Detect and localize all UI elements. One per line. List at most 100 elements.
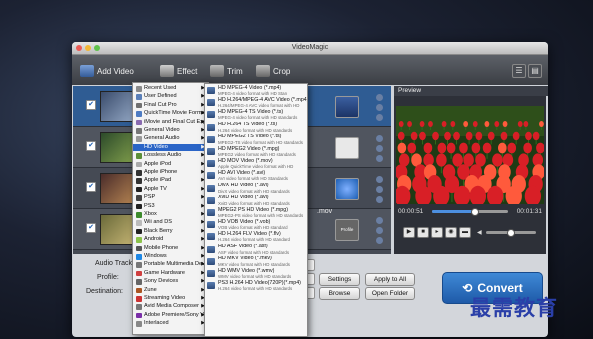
category-item[interactable]: General Video▶	[133, 127, 208, 135]
format-description: H.264/MPEG-4 AVC video format with HD	[218, 103, 300, 109]
file-checkbox[interactable]: ✔	[86, 182, 96, 192]
info-icon[interactable]	[376, 186, 383, 193]
format-item[interactable]: HD H.264 FLV Video (*.flv) H.264 video fo…	[205, 231, 307, 243]
format-item[interactable]: HD MKV Video (*.mkv) MKV video format wit…	[205, 256, 307, 268]
snapshot-button[interactable]: ◉	[445, 227, 457, 238]
grid-view-icon[interactable]: ▤	[528, 64, 542, 78]
category-item[interactable]: Sony Devices▶	[133, 278, 208, 286]
seek-bar[interactable]	[432, 208, 508, 216]
open-folder-button[interactable]: Open Folder	[365, 287, 415, 300]
format-item[interactable]: HD VOB Video (*.vob) VOB video format wit…	[205, 219, 307, 231]
category-item[interactable]: General Audio▶	[133, 135, 208, 143]
browse-button[interactable]: Browse	[319, 287, 360, 300]
seek-handle[interactable]	[470, 208, 479, 216]
category-label: Xbox	[144, 211, 157, 217]
remove-icon[interactable]	[376, 114, 383, 121]
edit-icon[interactable]	[376, 176, 383, 183]
category-item[interactable]: PSP▶	[133, 194, 208, 202]
edit-icon[interactable]	[376, 94, 383, 101]
format-item[interactable]: HD MPEG-4 TS Video (*.ts) MPEG-4 video fo…	[205, 109, 307, 121]
destination-label: Destination:	[86, 288, 123, 295]
file-checkbox[interactable]: ✔	[86, 141, 96, 151]
category-item[interactable]: Apple TV▶	[133, 186, 208, 194]
category-item[interactable]: Recent Used▶	[133, 85, 208, 93]
category-item[interactable]: Game Hardware▶	[133, 270, 208, 278]
format-item[interactable]: PS3 H.264 HD Video(720P)(*.mp4) H.264 vid…	[205, 280, 307, 292]
remove-icon[interactable]	[376, 237, 383, 244]
info-icon[interactable]	[376, 145, 383, 152]
crop-button[interactable]: Crop	[256, 63, 290, 79]
category-item[interactable]: User Defined▶	[133, 93, 208, 101]
apply-to-all-button[interactable]: Apply to All	[365, 273, 415, 286]
format-item[interactable]: HD MPEG2 TS Video (*.ts) MPEG2-TS video f…	[205, 134, 307, 146]
format-item[interactable]: HD MPEG-4 Video (*.mp4) MPEG-4 video form…	[205, 85, 307, 97]
format-item[interactable]: HD AVI Video (*.avi) AVI video format wit…	[205, 170, 307, 182]
list-view-icon[interactable]: ☰	[512, 64, 526, 78]
category-icon	[136, 321, 142, 327]
format-item[interactable]: HD MPEG2 Video (*.mpg) MPEG2 video format…	[205, 146, 307, 158]
category-item[interactable]: Avid Media Composer▶	[133, 303, 208, 311]
category-item[interactable]: iMovie and Final Cut Express▶	[133, 119, 217, 127]
category-item[interactable]: HD Video▶	[133, 143, 208, 152]
effect-button[interactable]: Effect	[160, 63, 197, 79]
category-item[interactable]: Streaming Video▶	[133, 295, 208, 303]
volume-slider[interactable]	[486, 229, 536, 237]
next-frame-button[interactable]: ▸	[431, 227, 443, 238]
trim-button[interactable]: Trim	[210, 63, 243, 79]
category-item[interactable]: Black Berry▶	[133, 228, 208, 236]
format-title: HD WMV Video (*.wmv)	[218, 268, 275, 274]
edit-icon[interactable]	[376, 217, 383, 224]
info-icon[interactable]	[376, 227, 383, 234]
settings-button[interactable]: Settings	[319, 273, 360, 286]
remove-icon[interactable]	[376, 155, 383, 162]
format-item[interactable]: HD MOV Video (*.mov) Apple QuickTime vide…	[205, 158, 307, 170]
info-icon[interactable]	[376, 104, 383, 111]
file-checkbox[interactable]: ✔	[86, 100, 96, 110]
tulip-flower	[450, 121, 456, 127]
window-title: VideoMagic	[291, 44, 329, 51]
category-item[interactable]: QuickTime Movie Format▶	[133, 110, 208, 118]
category-item[interactable]: Wii and DS▶	[133, 219, 208, 227]
category-item[interactable]: Android▶	[133, 236, 208, 244]
format-item[interactable]: XviD HD Video (*.avi) XviD video format w…	[205, 195, 307, 207]
file-checkbox[interactable]: ✔	[86, 223, 96, 233]
volume-handle[interactable]	[507, 229, 515, 237]
tulip-flower	[397, 142, 407, 154]
category-item[interactable]: Portable Multimedia Devices▶	[133, 261, 215, 269]
stop-button[interactable]: ■	[417, 227, 429, 238]
category-item[interactable]: Mobile Phone▶	[133, 245, 208, 253]
category-item[interactable]: Final Cut Pro▶	[133, 102, 208, 110]
edit-icon[interactable]	[376, 135, 383, 142]
tulip-flower	[407, 142, 417, 154]
format-item[interactable]: HD H.264/MPEG-4 AVC Video (*.mp4) H.264/M…	[205, 97, 307, 109]
add-video-button[interactable]: Add Video	[80, 63, 134, 79]
tulip-flower	[432, 131, 439, 141]
ie-format-icon[interactable]	[335, 178, 359, 200]
format-item[interactable]: HD ASF Video (*.asf) ASF video format wit…	[205, 244, 307, 256]
category-item[interactable]: PS3▶	[133, 203, 208, 211]
category-item[interactable]: Apple iPad▶	[133, 177, 208, 185]
category-item[interactable]: Apple iPod▶	[133, 161, 208, 169]
category-item[interactable]: Adobe Premiere/Sony Vegas▶	[133, 312, 216, 320]
tulip-flower	[419, 121, 425, 127]
play-button[interactable]: ▶	[403, 227, 415, 238]
category-item[interactable]: Xbox▶	[133, 211, 208, 219]
iphone-format-icon[interactable]	[335, 137, 359, 159]
folder-button[interactable]: ▬	[459, 227, 471, 238]
format-icon	[207, 233, 215, 241]
category-item[interactable]: Lossless Audio▶	[133, 152, 208, 160]
format-item[interactable]: HD WMV Video (*.wmv) WMV video format wit…	[205, 268, 307, 280]
format-item[interactable]: DivX HD Video (*.avi) DivX video format w…	[205, 183, 307, 195]
category-label: Windows	[144, 253, 167, 259]
format-item[interactable]: HD H.264 TS Video (*.ts) H.264 video form…	[205, 122, 307, 134]
profile-format-icon[interactable]: Profile	[335, 219, 359, 241]
tulip-flower	[453, 131, 460, 141]
remove-icon[interactable]	[376, 196, 383, 203]
category-item[interactable]: Windows▶	[133, 253, 208, 261]
category-label: Interlaced	[144, 320, 169, 327]
hd-format-icon[interactable]	[335, 96, 359, 118]
category-item[interactable]: Apple iPhone▶	[133, 169, 208, 177]
format-item[interactable]: MPEG2 PS HD Video (*.mpg) MPEG2-PS video …	[205, 207, 307, 219]
category-item[interactable]: Zune▶	[133, 287, 208, 295]
category-item[interactable]: Interlaced▶	[133, 320, 208, 328]
